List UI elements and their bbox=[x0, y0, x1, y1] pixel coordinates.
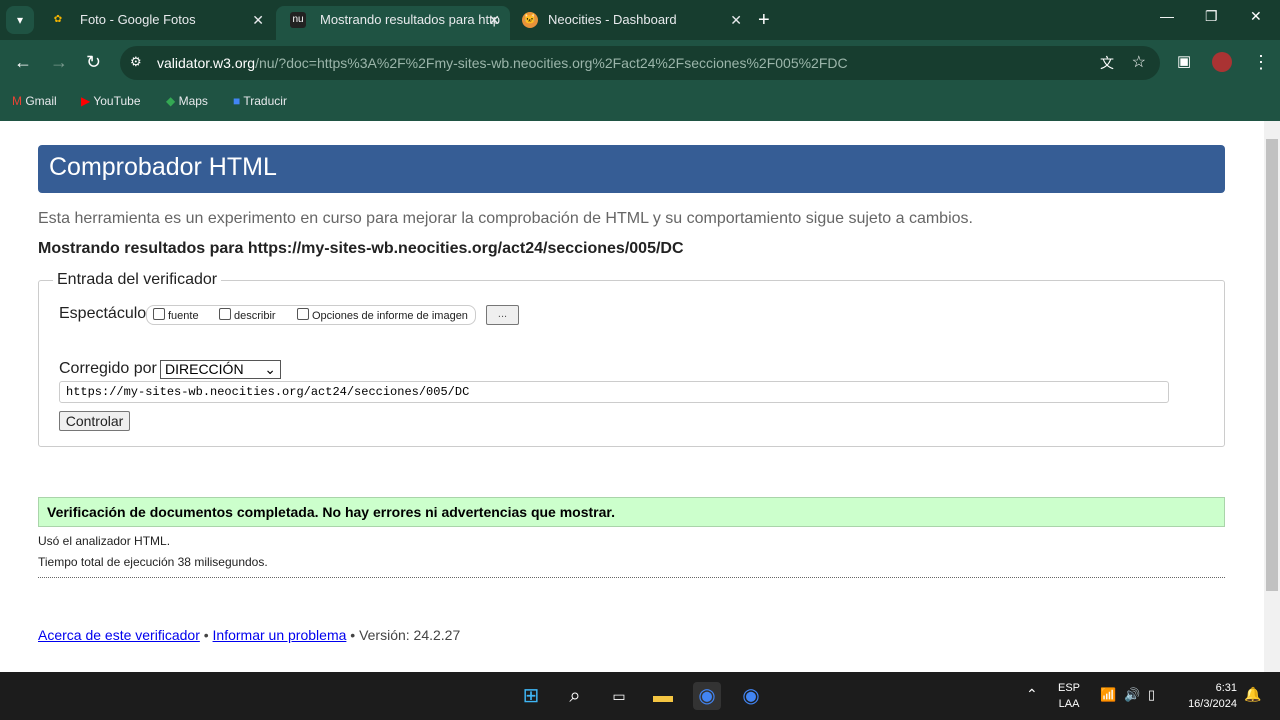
page-title: Comprobador HTML bbox=[38, 145, 1225, 193]
option-image-report[interactable]: Opciones de informe de imagen bbox=[297, 308, 468, 322]
taskbar: ⊞ ⌕ ▭ ▬ ◉ ◉ ⌃ ESP LAA 📶 🔊 ▯ 6:31 16/3/2024… bbox=[0, 672, 1280, 720]
address-bar[interactable]: ⚙ validator.w3.org/nu/?doc=https%3A%2F%2… bbox=[120, 46, 1160, 80]
reload-button[interactable]: ↻ bbox=[86, 52, 101, 73]
youtube-icon: ▶ bbox=[81, 94, 91, 108]
restore-button[interactable]: ❐ bbox=[1205, 8, 1218, 25]
forward-button[interactable]: → bbox=[50, 52, 68, 73]
document-url-input[interactable]: https://my-sites-wb.neocities.org/act24/… bbox=[59, 381, 1169, 403]
parser-info: Usó el analizador HTML. bbox=[38, 534, 171, 548]
wifi-icon[interactable]: 📶 bbox=[1100, 687, 1116, 703]
url-path: /nu/?doc=https%3A%2F%2Fmy-sites-wb.neoci… bbox=[255, 55, 848, 71]
separator: • bbox=[203, 627, 209, 643]
option-outline[interactable]: describir bbox=[219, 308, 276, 322]
bookmark-translate[interactable]: ■ Traducir bbox=[233, 94, 287, 108]
site-settings-icon[interactable]: ⚙ bbox=[130, 54, 142, 70]
neocities-cat-icon: 🐱 bbox=[522, 12, 538, 28]
clock[interactable]: 6:31 16/3/2024 bbox=[1180, 682, 1237, 710]
google-photos-icon: ✿ bbox=[53, 14, 63, 25]
show-options: fuente describir Opciones de informe de … bbox=[146, 305, 476, 325]
about-link[interactable]: Acerca de este verificador bbox=[38, 627, 200, 643]
check-button[interactable]: Controlar bbox=[59, 411, 130, 431]
chrome-icon[interactable]: ◉ bbox=[693, 682, 721, 710]
checked-by-select[interactable]: DIRECCIÓN ⌄ bbox=[160, 360, 281, 379]
showing-results-heading: Mostrando resultados para https://my-sit… bbox=[38, 240, 684, 257]
more-options-button[interactable]: ... bbox=[486, 305, 519, 325]
bookmark-star-icon[interactable]: ☆ bbox=[1132, 52, 1146, 72]
minimize-button[interactable]: — bbox=[1160, 8, 1174, 24]
volume-icon[interactable]: 🔊 bbox=[1124, 687, 1140, 703]
checker-input-fieldset: Entrada del verificador bbox=[38, 271, 1225, 447]
file-explorer-icon[interactable]: ▬ bbox=[649, 682, 677, 710]
tab-google-photos[interactable]: ✿ Foto - Google Fotos ✕ bbox=[36, 6, 274, 40]
tab-validator[interactable]: nu Mostrando resultados para http ✕ bbox=[276, 6, 510, 40]
translate-icon[interactable]: 文 bbox=[1100, 53, 1114, 73]
tab-title: Foto - Google Fotos bbox=[80, 12, 196, 27]
maps-icon: ◆ bbox=[166, 94, 176, 108]
option-source[interactable]: fuente bbox=[153, 308, 199, 322]
bookmarks-bar: M Gmail ▶ YouTube ◆ Maps ■ Traducir bbox=[0, 86, 1280, 121]
close-icon[interactable]: ✕ bbox=[252, 6, 264, 34]
vertical-scrollbar[interactable] bbox=[1264, 121, 1280, 672]
close-icon[interactable]: ✕ bbox=[488, 6, 500, 34]
nu-validator-icon: nu bbox=[290, 12, 306, 28]
tab-title: Mostrando resultados para http bbox=[320, 12, 500, 27]
checkbox[interactable] bbox=[153, 308, 165, 320]
notification-bell-icon[interactable]: 🔔 bbox=[1244, 686, 1261, 703]
tab-strip: ▾ ✿ Foto - Google Fotos ✕ nu Mostrando r… bbox=[0, 0, 1280, 40]
menu-icon[interactable]: ⋮ bbox=[1252, 52, 1270, 73]
gmail-icon: M bbox=[12, 94, 22, 108]
browser-toolbar: ← → ↻ ⚙ validator.w3.org/nu/?doc=https%3… bbox=[0, 40, 1280, 86]
back-button[interactable]: ← bbox=[14, 52, 32, 73]
checkbox[interactable] bbox=[219, 308, 231, 320]
close-window-button[interactable]: ✕ bbox=[1250, 8, 1262, 25]
tab-search-button[interactable]: ▾ bbox=[6, 6, 34, 34]
scrollbar-thumb[interactable] bbox=[1266, 139, 1278, 591]
close-icon[interactable]: ✕ bbox=[730, 6, 742, 34]
chrome-profile-icon[interactable]: ◉ bbox=[737, 682, 765, 710]
tab-neocities[interactable]: 🐱 Neocities - Dashboard ✕ bbox=[512, 6, 752, 40]
divider bbox=[38, 577, 1225, 578]
intro-text: Esta herramienta es un experimento en cu… bbox=[38, 210, 973, 227]
bookmark-gmail[interactable]: M Gmail bbox=[12, 94, 57, 108]
battery-icon[interactable]: ▯ bbox=[1148, 687, 1155, 703]
bookmark-youtube[interactable]: ▶ YouTube bbox=[81, 94, 141, 108]
bookmark-maps[interactable]: ◆ Maps bbox=[166, 94, 208, 108]
side-panel-icon[interactable]: ▣ bbox=[1177, 52, 1191, 70]
tab-title: Neocities - Dashboard bbox=[548, 12, 677, 27]
language-indicator[interactable]: ESP LAA bbox=[1058, 682, 1080, 710]
page-content: Comprobador HTML Esta herramienta es un … bbox=[0, 121, 1264, 672]
fieldset-legend: Entrada del verificador bbox=[57, 271, 218, 288]
checkbox[interactable] bbox=[297, 308, 309, 320]
translate-icon: ■ bbox=[233, 94, 241, 108]
footer: Acerca de este verificador • Informar un… bbox=[38, 627, 460, 643]
success-message: Verificación de documentos completada. N… bbox=[38, 497, 1225, 527]
checked-by-label: Corregido por bbox=[59, 360, 157, 377]
chevron-down-icon: ⌄ bbox=[264, 361, 276, 377]
search-icon[interactable]: ⌕ bbox=[561, 682, 589, 710]
show-label: Espectáculo bbox=[59, 305, 147, 322]
new-tab-button[interactable]: + bbox=[758, 6, 770, 34]
report-problem-link[interactable]: Informar un problema bbox=[213, 627, 347, 643]
terminal-icon[interactable]: ▭ bbox=[605, 682, 633, 710]
url-host: validator.w3.org bbox=[157, 55, 256, 71]
avatar[interactable] bbox=[1212, 52, 1232, 72]
show-hidden-icons[interactable]: ⌃ bbox=[1026, 686, 1038, 703]
execution-time: Tiempo total de ejecución 38 milisegundo… bbox=[38, 555, 268, 569]
windows-start-icon[interactable]: ⊞ bbox=[517, 682, 545, 710]
version-text: • Versión: 24.2.27 bbox=[350, 627, 461, 643]
